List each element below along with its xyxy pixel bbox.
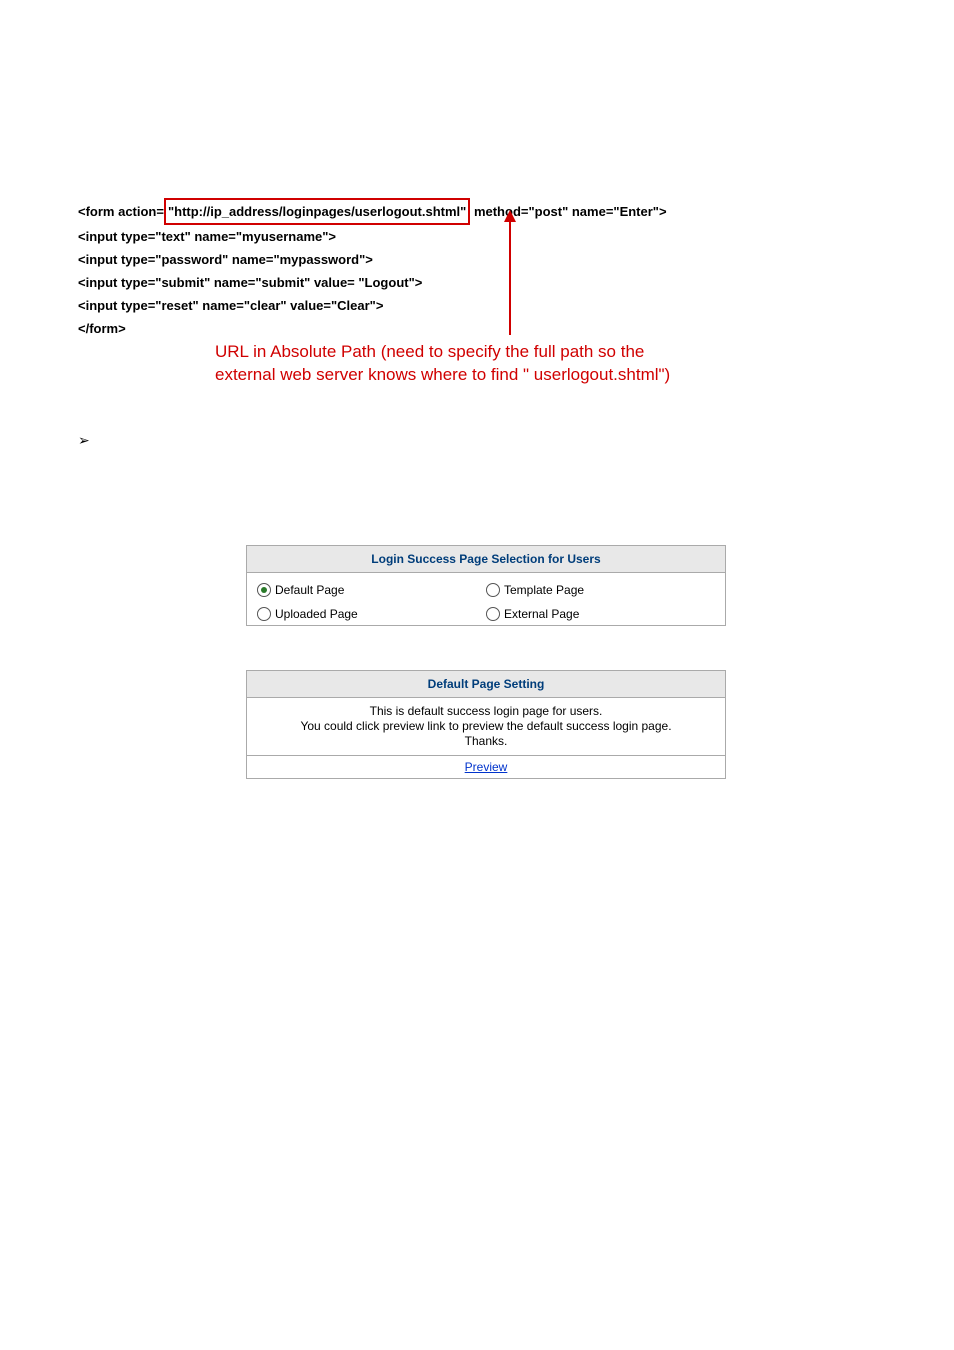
panel2-body-line2: You could click preview link to preview … xyxy=(257,719,715,734)
code-line-3: <input type="password" name="mypassword"… xyxy=(78,248,667,271)
code-line1-post: method="post" name="Enter"> xyxy=(470,204,666,219)
radio-label: Uploaded Page xyxy=(275,607,358,621)
panel1-col-left: Default Page Uploaded Page xyxy=(257,581,486,623)
radio-icon xyxy=(486,583,500,597)
annotation-line-1: URL in Absolute Path (need to specify th… xyxy=(215,340,670,363)
code-block: <form action="http://ip_address/loginpag… xyxy=(78,198,667,340)
panel2-body-line1: This is default success login page for u… xyxy=(257,704,715,719)
panel2-body: This is default success login page for u… xyxy=(247,698,725,756)
panel2-footer: Preview xyxy=(247,756,725,778)
highlighted-url-box: "http://ip_address/loginpages/userlogout… xyxy=(164,198,470,225)
code-line-2: <input type="text" name="myusername"> xyxy=(78,225,667,248)
radio-label: External Page xyxy=(504,607,579,621)
panel1-col-right: Template Page External Page xyxy=(486,581,715,623)
code-line-4: <input type="submit" name="submit" value… xyxy=(78,271,667,294)
panel2-header: Default Page Setting xyxy=(247,671,725,698)
code-line1-pre: <form action= xyxy=(78,204,164,219)
code-line-5: <input type="reset" name="clear" value="… xyxy=(78,294,667,317)
login-success-page-selection-panel: Login Success Page Selection for Users D… xyxy=(246,545,726,626)
radio-external-page[interactable]: External Page xyxy=(486,605,715,623)
panel1-body: Default Page Uploaded Page Template Page… xyxy=(247,573,725,625)
radio-uploaded-page[interactable]: Uploaded Page xyxy=(257,605,486,623)
radio-icon xyxy=(486,607,500,621)
radio-label: Default Page xyxy=(275,583,344,597)
annotation-text: URL in Absolute Path (need to specify th… xyxy=(215,340,670,386)
radio-icon xyxy=(257,607,271,621)
radio-label: Template Page xyxy=(504,583,584,597)
preview-link[interactable]: Preview xyxy=(465,760,508,774)
code-line-6: </form> xyxy=(78,317,667,340)
panel2-body-line3: Thanks. xyxy=(257,734,715,749)
annotation-line-2: external web server knows where to find … xyxy=(215,363,670,386)
code-line-1: <form action="http://ip_address/loginpag… xyxy=(78,198,667,225)
radio-template-page[interactable]: Template Page xyxy=(486,581,715,599)
default-page-setting-panel: Default Page Setting This is default suc… xyxy=(246,670,726,779)
radio-default-page[interactable]: Default Page xyxy=(257,581,486,599)
radio-icon xyxy=(257,583,271,597)
panel1-header: Login Success Page Selection for Users xyxy=(247,546,725,573)
bullet-marker: ➢ xyxy=(78,432,90,449)
